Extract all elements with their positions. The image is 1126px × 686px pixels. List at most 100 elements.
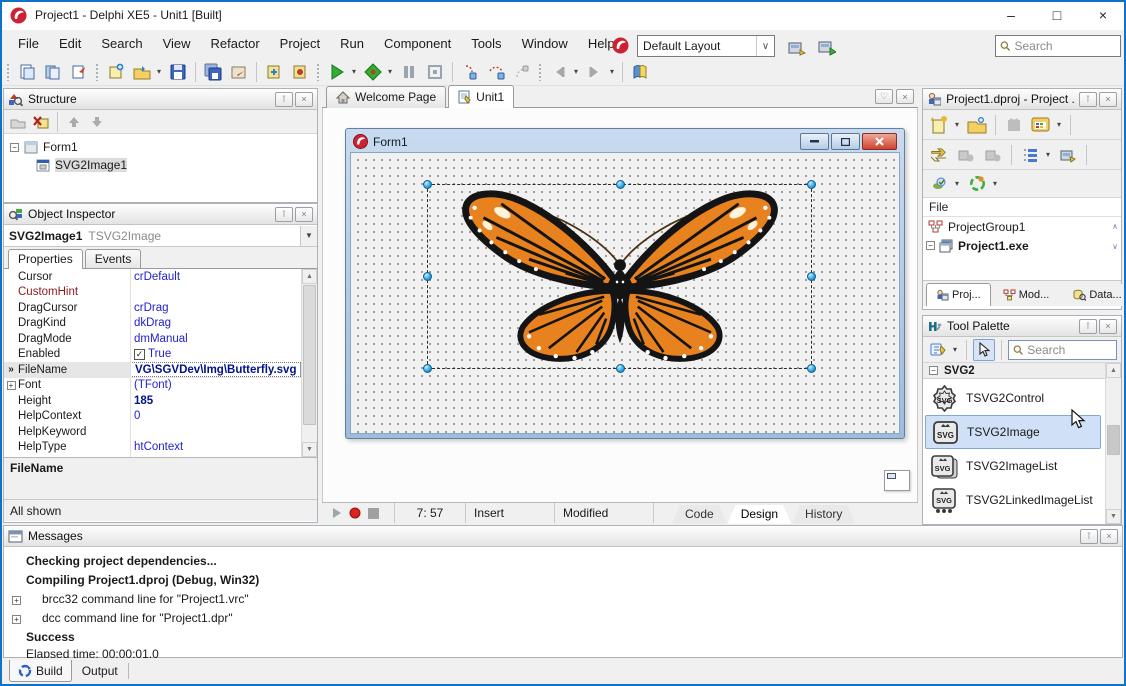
embarcadero-help-icon[interactable] <box>612 37 629 54</box>
property-row[interactable]: CustomHint <box>4 285 317 301</box>
pm-disabled-icon-2[interactable] <box>981 143 1005 167</box>
form-titlebar[interactable]: Form1 <box>350 131 900 152</box>
inspector-scrollbar[interactable]: ▲ ▼ <box>301 269 317 457</box>
structure-header[interactable]: Structure ⊺ × <box>4 89 317 110</box>
form-layout-widget[interactable] <box>884 470 910 491</box>
selection-handle-nw[interactable] <box>423 180 432 189</box>
trace-into-button[interactable] <box>458 60 482 84</box>
pm-view-selector-icon[interactable] <box>1029 113 1053 137</box>
pin-icon[interactable]: ⊺ <box>1079 319 1097 334</box>
property-row[interactable]: HelpContext0 <box>4 409 317 425</box>
property-row[interactable]: HelpKeyword <box>4 424 317 440</box>
forward-history-dropdown-icon[interactable]: ▾ <box>607 67 617 76</box>
form-close-button[interactable] <box>862 133 897 150</box>
collapse-icon[interactable]: − <box>926 241 935 250</box>
run-until-return-button[interactable] <box>510 60 534 84</box>
expand-icon[interactable]: + <box>12 596 21 605</box>
menu-project[interactable]: Project <box>270 30 330 58</box>
property-row-filename-selected[interactable]: » FileName VG\SGVDev\Img\Butterfly.svg… <box>4 362 317 378</box>
pm-sort-dropdown-icon[interactable]: ▾ <box>1043 150 1053 159</box>
tree-node-form1[interactable]: − Form1 <box>4 138 317 156</box>
palette-category-svg2[interactable]: − SVG2 <box>923 363 1121 379</box>
save-project-as-button[interactable] <box>227 60 251 84</box>
expand-icon[interactable]: + <box>12 615 21 624</box>
object-inspector-header[interactable]: Object Inspector ⊺ × <box>4 204 317 225</box>
scroll-up-icon[interactable]: ▲ <box>302 269 317 284</box>
move-down-icon[interactable] <box>87 112 107 132</box>
menu-file[interactable]: File <box>8 30 49 58</box>
open-button[interactable] <box>130 60 154 84</box>
ide-search-box[interactable] <box>995 35 1121 57</box>
help-button[interactable] <box>628 60 652 84</box>
property-row[interactable]: DragKinddkDrag <box>4 316 317 332</box>
pm-view-dropdown-icon[interactable]: ▾ <box>1054 120 1064 129</box>
palette-item-tsvg2linkedimagelist[interactable]: SVG TSVG2LinkedImageList <box>925 483 1101 517</box>
scroll-down-icon[interactable]: ▼ <box>1106 509 1121 524</box>
tab-list-icon[interactable]: ♡ <box>875 89 893 104</box>
tab-events[interactable]: Events <box>85 249 142 268</box>
pm-sync-icon[interactable] <box>927 143 951 167</box>
run-button[interactable] <box>325 60 349 84</box>
instance-selector[interactable]: SVG2Image1 TSVG2Image ▼ <box>4 225 317 247</box>
tool-palette-header[interactable]: Tool Palette ⊺ × <box>923 316 1121 337</box>
tree-node-projectgroup[interactable]: ProjectGroup1 <box>923 217 1121 236</box>
selection-handle-w[interactable] <box>423 272 432 281</box>
pm-build-icon[interactable] <box>1056 143 1080 167</box>
pm-target-dropdown-icon[interactable]: ▾ <box>952 179 962 188</box>
form-client-area[interactable] <box>350 152 900 434</box>
stop-macro-icon[interactable] <box>364 504 382 522</box>
pm-new-icon[interactable] <box>927 113 951 137</box>
minimize-button[interactable]: – <box>988 1 1034 30</box>
menu-run[interactable]: Run <box>330 30 374 58</box>
menu-tools[interactable]: Tools <box>461 30 511 58</box>
palette-scrollbar[interactable]: ▲ ▼ <box>1105 363 1121 524</box>
tab-model-view[interactable]: Mod... <box>993 284 1060 306</box>
instance-dropdown-icon[interactable]: ▼ <box>300 226 317 246</box>
menu-window[interactable]: Window <box>512 30 578 58</box>
tab-build[interactable]: Build <box>9 660 72 682</box>
tab-project[interactable]: Proj... <box>926 283 991 306</box>
messages-header[interactable]: Messages ⊺ × <box>4 526 1122 547</box>
palette-categories-icon[interactable] <box>927 339 949 361</box>
pm-target-icon[interactable] <box>927 172 951 196</box>
checkbox-checked-icon[interactable]: ✓ <box>134 349 145 360</box>
view-tab-design[interactable]: Design <box>728 505 791 524</box>
step-over-button[interactable] <box>484 60 508 84</box>
pause-button[interactable] <box>397 60 421 84</box>
palette-item-tsvg2imagelist[interactable]: SVG TSVG2ImageList <box>925 449 1101 483</box>
svg2image-selection[interactable] <box>427 184 812 369</box>
property-row[interactable]: CursorcrDefault <box>4 269 317 285</box>
menu-search[interactable]: Search <box>91 30 152 58</box>
run-dropdown-icon[interactable]: ▾ <box>349 67 359 76</box>
tab-welcome-page[interactable]: Welcome Page <box>326 86 446 108</box>
message-line[interactable]: Success <box>26 630 75 644</box>
scroll-down-icon[interactable]: ∨ <box>1112 242 1118 251</box>
palette-search-box[interactable] <box>1008 340 1117 360</box>
add-file-to-project-button[interactable] <box>262 60 286 84</box>
property-row[interactable]: DragCursorcrDrag <box>4 300 317 316</box>
palette-categories-dropdown-icon[interactable]: ▾ <box>950 345 960 354</box>
pm-platform-icon[interactable] <box>965 172 989 196</box>
property-row-enabled[interactable]: Enabled✓True <box>4 347 317 363</box>
message-line[interactable]: dcc command line for "Project1.dpr" <box>42 611 233 625</box>
pin-icon[interactable]: ⊺ <box>275 92 293 107</box>
structure-new-icon[interactable] <box>8 112 28 132</box>
selection-handle-n[interactable] <box>616 180 625 189</box>
collapse-icon[interactable]: − <box>929 366 938 375</box>
pm-save-disabled-icon[interactable] <box>1002 113 1026 137</box>
run-params-dropdown-icon[interactable]: ▾ <box>385 67 395 76</box>
close-icon[interactable]: × <box>1099 319 1117 334</box>
save-desktop-button[interactable] <box>785 36 809 60</box>
selection-handle-s[interactable] <box>616 364 625 373</box>
pin-icon[interactable]: ⊺ <box>1080 529 1098 544</box>
message-line[interactable]: Compiling Project1.dproj (Debug, Win32) <box>26 573 259 587</box>
view-tab-code[interactable]: Code <box>672 505 727 524</box>
scroll-up-icon[interactable]: ∧ <box>1112 222 1118 231</box>
scroll-up-icon[interactable]: ▲ <box>1106 363 1121 378</box>
palette-search-input[interactable] <box>1027 343 1112 357</box>
tab-properties[interactable]: Properties <box>8 249 83 269</box>
tree-node-svg2image1[interactable]: SVG2Image1 <box>4 156 317 174</box>
play-macro-icon[interactable] <box>328 504 346 522</box>
maximize-button[interactable]: □ <box>1034 1 1080 30</box>
selection-handle-se[interactable] <box>807 364 816 373</box>
